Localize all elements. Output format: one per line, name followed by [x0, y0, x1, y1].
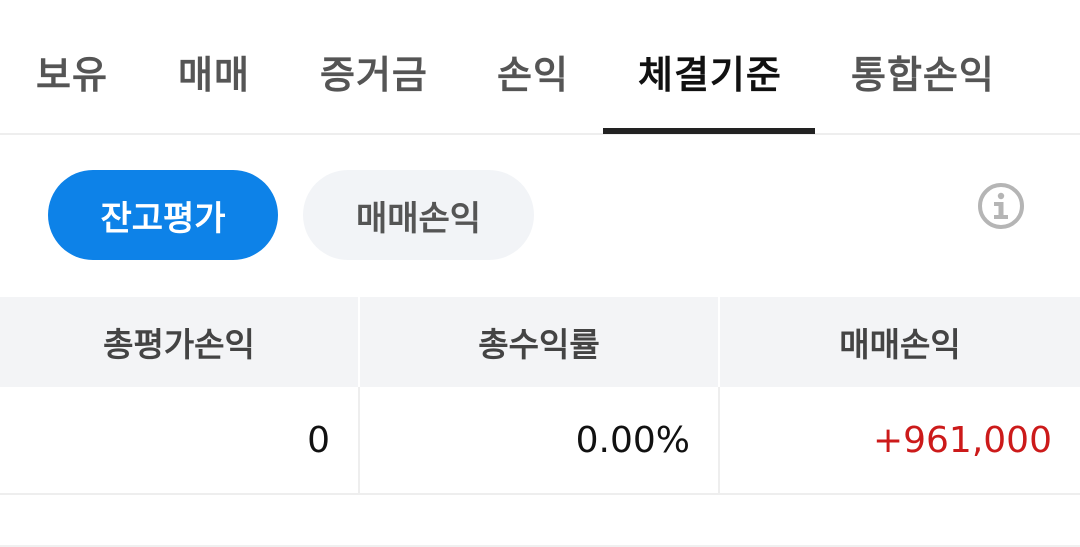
- header-trading-profit: 매매손익: [839, 325, 961, 364]
- info-icon[interactable]: [977, 182, 1025, 230]
- value-total-evaluation-profit: 0: [0, 387, 360, 493]
- tab-integrated-profit-loss[interactable]: 통합손익: [851, 44, 995, 97]
- page: 보유 매매 증거금 손익 체결기준 통합손익 잔고평가 매매손익 총평가손익 총…: [0, 0, 1080, 547]
- balance-evaluation-button[interactable]: 잔고평가: [48, 170, 278, 260]
- tab-execution-basis[interactable]: 체결기준: [638, 44, 782, 97]
- table-row: 0 0.00% +961,000: [0, 387, 1080, 495]
- active-tab-indicator: [603, 128, 815, 134]
- summary-table: 총평가손익 총수익률 매매손익 0 0.00% +961,000: [0, 297, 1080, 495]
- value-total-return-rate: 0.00%: [360, 387, 720, 493]
- top-tab-bar: 보유 매매 증거금 손익 체결기준 통합손익: [0, 0, 1080, 135]
- value-trading-profit: +961,000: [872, 419, 1052, 461]
- table-header-row: 총평가손익 총수익률 매매손익: [0, 297, 1080, 387]
- trading-profit-button[interactable]: 매매손익: [303, 170, 534, 260]
- header-total-return-rate: 총수익률: [360, 297, 720, 387]
- tab-margin[interactable]: 증거금: [320, 44, 428, 97]
- header-total-evaluation-profit: 총평가손익: [0, 297, 360, 387]
- tab-trading[interactable]: 매매: [178, 44, 250, 97]
- tab-holdings[interactable]: 보유: [36, 44, 108, 97]
- tab-profit-loss[interactable]: 손익: [497, 44, 569, 97]
